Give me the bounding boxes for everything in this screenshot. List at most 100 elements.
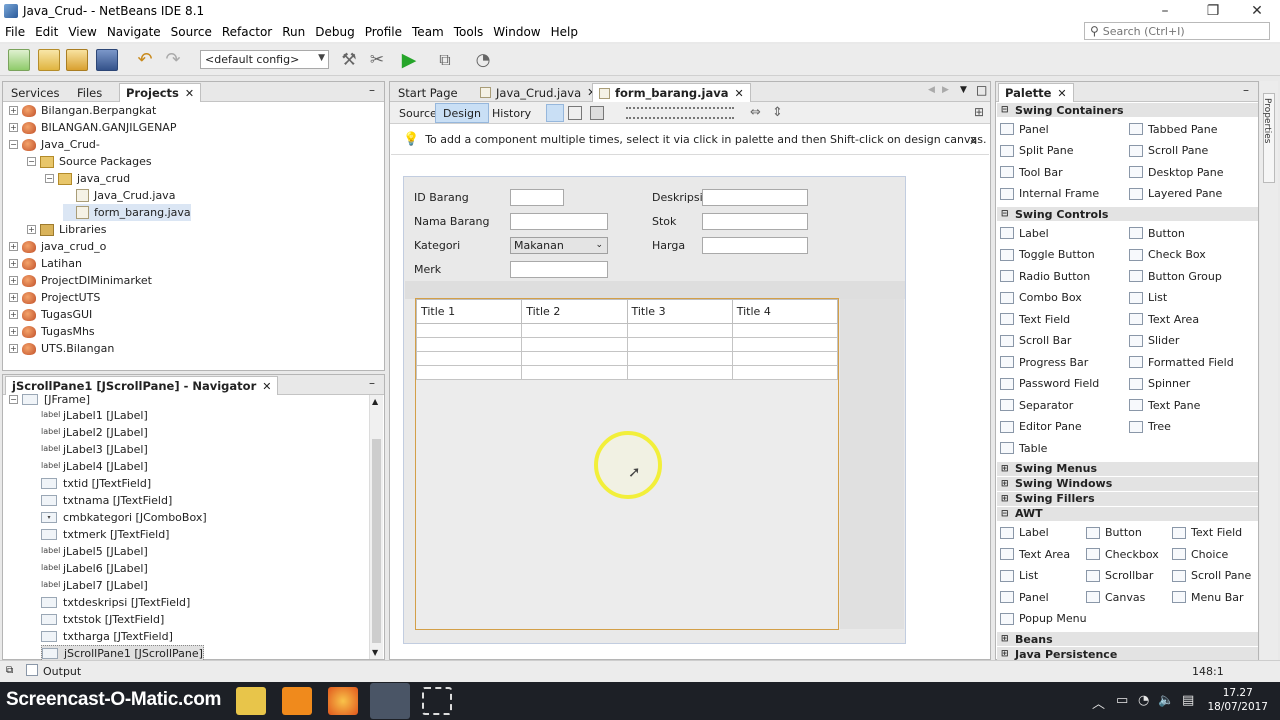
palette-item[interactable]: Scroll Bar bbox=[1000, 331, 1071, 351]
expand-icon[interactable]: + bbox=[9, 310, 18, 319]
close-icon[interactable]: ✕ bbox=[734, 87, 743, 100]
tree-item[interactable]: form_barang.java bbox=[63, 204, 191, 221]
palette-item[interactable]: Tool Bar bbox=[1000, 162, 1063, 182]
txtdeskripsi-field[interactable] bbox=[702, 189, 808, 206]
tab-services[interactable]: Services bbox=[5, 83, 66, 102]
expand-icon[interactable]: ⊞ bbox=[1001, 494, 1009, 504]
tab-projects[interactable]: Projects ✕ bbox=[119, 83, 202, 102]
table-cell[interactable] bbox=[415, 337, 523, 352]
resize-vertical-icon[interactable]: ⇕ bbox=[772, 105, 783, 120]
palette-item[interactable]: Scroll Pane bbox=[1129, 141, 1208, 161]
expand-icon[interactable]: ⊞ bbox=[1001, 479, 1009, 489]
menu-edit[interactable]: Edit bbox=[30, 25, 63, 39]
tree-item[interactable]: Java_Crud.java bbox=[63, 187, 175, 204]
new-project-icon[interactable] bbox=[38, 49, 60, 71]
redo-icon[interactable]: ↷ bbox=[162, 49, 184, 71]
txtid-field[interactable] bbox=[510, 189, 564, 206]
expand-icon[interactable]: ⊞ bbox=[1001, 649, 1009, 659]
label-stok[interactable]: Stok bbox=[652, 215, 676, 228]
palette-item[interactable]: Internal Frame bbox=[1000, 184, 1099, 204]
palette-item[interactable]: Formatted Field bbox=[1129, 352, 1234, 372]
navigator-item[interactable]: label jLabel4 [JLabel] bbox=[41, 458, 148, 475]
tree-item[interactable]: + Bilangan.Berpangkat bbox=[9, 102, 156, 119]
table-cell[interactable] bbox=[731, 323, 839, 338]
tray-chevron-icon[interactable]: ︿ bbox=[1092, 693, 1105, 712]
navigator-item[interactable]: ▾ cmbkategori [JComboBox] bbox=[41, 509, 207, 526]
firefox-icon[interactable] bbox=[328, 687, 358, 715]
table-row[interactable] bbox=[415, 351, 839, 366]
palette-item[interactable]: List bbox=[1000, 566, 1038, 586]
palette-item[interactable]: Combo Box bbox=[1000, 288, 1082, 308]
table-cell[interactable] bbox=[415, 365, 523, 380]
tree-item[interactable]: + UTS.Bilangan bbox=[9, 340, 114, 357]
txtstok-field[interactable] bbox=[702, 213, 808, 230]
run-icon[interactable]: ▶ bbox=[398, 49, 420, 71]
palette-category[interactable]: ⊟ Swing Containers bbox=[997, 103, 1258, 117]
navigator-item[interactable]: label jLabel7 [JLabel] bbox=[41, 577, 148, 594]
collapse-icon[interactable]: ⊟ bbox=[1001, 509, 1009, 519]
menu-help[interactable]: Help bbox=[546, 25, 583, 39]
palette-category[interactable]: ⊞ Java Persistence bbox=[997, 647, 1258, 661]
expand-icon[interactable]: + bbox=[9, 259, 18, 268]
palette-item[interactable]: Progress Bar bbox=[1000, 352, 1088, 372]
tree-item[interactable]: − Source Packages bbox=[27, 153, 152, 170]
tree-item[interactable]: + ProjectDIMinimarket bbox=[9, 272, 152, 289]
collapse-icon[interactable]: − bbox=[9, 140, 18, 149]
scroll-down-icon[interactable]: ▼ bbox=[372, 648, 378, 657]
jtable[interactable]: Title 1 Title 2 Title 3 Title 4 bbox=[415, 299, 839, 380]
search-box[interactable]: ⚲ bbox=[1084, 22, 1270, 40]
close-icon[interactable]: ✕ bbox=[262, 380, 271, 393]
expand-icon[interactable]: + bbox=[9, 293, 18, 302]
notifications-icon[interactable]: ▤ bbox=[1182, 693, 1194, 708]
expand-icon[interactable]: ⊞ bbox=[1001, 464, 1009, 474]
navigator-item[interactable]: txtnama [JTextField] bbox=[41, 492, 172, 509]
navigator-item[interactable]: label jLabel1 [JLabel] bbox=[41, 407, 148, 424]
palette-item[interactable]: Text Field bbox=[1172, 523, 1242, 543]
menu-profile[interactable]: Profile bbox=[360, 25, 407, 39]
expand-icon[interactable]: + bbox=[9, 242, 18, 251]
scroll-tabs-right-icon[interactable]: ▶ bbox=[942, 85, 949, 95]
palette-item[interactable]: Label bbox=[1000, 223, 1049, 243]
txtharga-field[interactable] bbox=[702, 237, 808, 254]
netbeans-taskbar-icon[interactable] bbox=[370, 683, 410, 719]
table-cell[interactable] bbox=[731, 337, 839, 352]
preview-design-icon[interactable] bbox=[590, 106, 604, 120]
palette-item[interactable]: Table bbox=[1000, 438, 1047, 458]
design-canvas[interactable]: ID Barang Nama Barang Kategori Merk Maka… bbox=[391, 156, 989, 658]
battery-icon[interactable]: ▭ bbox=[1116, 693, 1128, 708]
palette-item[interactable]: Popup Menu bbox=[1000, 609, 1087, 629]
tree-item[interactable]: − Java_Crud- bbox=[9, 136, 100, 153]
xampp-icon[interactable] bbox=[282, 687, 312, 715]
align-tools-icon[interactable] bbox=[626, 107, 734, 119]
table-cell[interactable] bbox=[415, 351, 523, 366]
txtmerk-field[interactable] bbox=[510, 261, 608, 278]
palette-item[interactable]: Menu Bar bbox=[1172, 587, 1244, 607]
menu-refactor[interactable]: Refactor bbox=[217, 25, 277, 39]
table-cell[interactable] bbox=[626, 323, 733, 338]
navigator-item[interactable]: label jLabel2 [JLabel] bbox=[41, 424, 148, 441]
table-column-header[interactable]: Title 4 bbox=[731, 299, 839, 324]
cmbkategori-combo[interactable]: Makanan ⌄ bbox=[510, 237, 608, 254]
palette-item[interactable]: Scroll Pane bbox=[1172, 566, 1251, 586]
navigator-item[interactable]: txtstok [JTextField] bbox=[41, 611, 164, 628]
label-merk[interactable]: Merk bbox=[414, 263, 441, 276]
table-column-header[interactable]: Title 1 bbox=[415, 299, 523, 324]
palette-item[interactable]: Radio Button bbox=[1000, 266, 1090, 286]
resize-horizontal-icon[interactable]: ⇔ bbox=[750, 105, 761, 120]
expand-icon[interactable]: ⊞ bbox=[1001, 634, 1009, 644]
table-column-header[interactable]: Title 3 bbox=[626, 299, 733, 324]
palette-item[interactable]: Separator bbox=[1000, 395, 1073, 415]
palette-item[interactable]: Button Group bbox=[1129, 266, 1222, 286]
undo-icon[interactable]: ↶ bbox=[134, 49, 156, 71]
collapse-icon[interactable]: − bbox=[9, 395, 18, 404]
build-hammer-icon[interactable]: ⚒ bbox=[338, 49, 360, 71]
collapse-icon[interactable]: − bbox=[45, 174, 54, 183]
menu-tools[interactable]: Tools bbox=[449, 25, 489, 39]
table-cell[interactable] bbox=[521, 337, 628, 352]
table-row[interactable] bbox=[415, 323, 839, 338]
expand-icon[interactable]: + bbox=[9, 344, 18, 353]
palette-item[interactable]: Canvas bbox=[1086, 587, 1145, 607]
collapse-icon[interactable]: ⊟ bbox=[1001, 105, 1009, 115]
palette-item[interactable]: Split Pane bbox=[1000, 141, 1074, 161]
close-window-button[interactable]: ✕ bbox=[1234, 0, 1280, 22]
